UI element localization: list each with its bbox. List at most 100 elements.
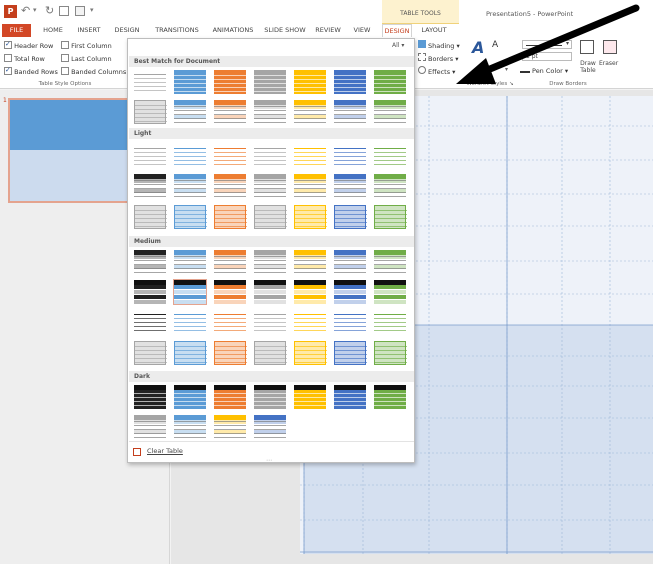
style-medium-2-5[interactable] <box>294 280 326 304</box>
eraser-label[interactable]: Eraser <box>599 60 618 67</box>
style-light-3-3[interactable] <box>214 205 247 229</box>
tab-slide-show[interactable]: SLIDE SHOW <box>261 24 309 37</box>
style-light-1-7[interactable] <box>374 144 406 168</box>
style-dark-1-6[interactable] <box>334 385 366 409</box>
style-dark-2-3[interactable] <box>214 415 246 439</box>
tab-table-design[interactable]: DESIGN <box>382 24 412 37</box>
style-medium-4-7[interactable] <box>374 341 407 365</box>
style-best-b6[interactable] <box>334 100 366 124</box>
style-light-3-7[interactable] <box>374 205 407 229</box>
draw-table-icon[interactable] <box>580 40 594 54</box>
resize-grip-icon[interactable]: ⋯ <box>266 457 272 464</box>
style-light-2-5[interactable] <box>294 174 326 198</box>
style-light-3-6[interactable] <box>334 205 367 229</box>
style-dark-2-2[interactable] <box>174 415 206 439</box>
presenter-icon[interactable] <box>59 6 69 16</box>
header-row-checkbox[interactable]: ✓ <box>4 40 12 49</box>
style-medium-2-6[interactable] <box>334 280 366 304</box>
last-column-option[interactable]: Last Column <box>61 53 112 64</box>
style-medium-2-2[interactable] <box>173 279 207 305</box>
tab-transitions[interactable]: TRANSITIONS <box>149 24 205 37</box>
style-medium-2-1[interactable] <box>134 280 166 304</box>
pen-color-button[interactable]: Pen Color ▾ <box>520 65 568 76</box>
style-dark-1-5[interactable] <box>294 385 326 409</box>
style-medium-3-1[interactable] <box>134 310 166 334</box>
style-light-1-6[interactable] <box>334 144 366 168</box>
style-medium-3-4[interactable] <box>254 310 286 334</box>
total-row-option[interactable]: Total Row <box>4 53 45 64</box>
style-light-3-5[interactable] <box>294 205 327 229</box>
style-light-2-1[interactable] <box>134 174 166 198</box>
shading-button[interactable]: Shading ▾ <box>418 40 460 51</box>
style-best-1[interactable] <box>134 70 166 94</box>
style-medium-3-5[interactable] <box>294 310 326 334</box>
style-medium-2-3[interactable] <box>214 280 246 304</box>
style-medium-1-2[interactable] <box>174 250 206 274</box>
tab-table-layout[interactable]: LAYOUT <box>418 24 450 37</box>
style-medium-4-5[interactable] <box>294 341 327 365</box>
banded-rows-option[interactable]: ✓ Banded Rows <box>4 66 58 77</box>
banded-columns-option[interactable]: Banded Columns <box>61 66 126 77</box>
style-medium-3-2[interactable] <box>174 310 206 334</box>
wordart-dropdown-icon[interactable]: ▾ <box>505 66 508 73</box>
redo-icon[interactable]: ↻ <box>45 4 54 17</box>
style-light-3-2[interactable] <box>174 205 207 229</box>
all-filter[interactable]: All ▾ <box>392 42 404 49</box>
customize-qat-icon[interactable]: ▾ <box>90 6 94 14</box>
text-fill-icon[interactable]: A <box>492 40 498 50</box>
last-column-checkbox[interactable] <box>61 54 69 62</box>
pen-weight-select[interactable]: 1 pt <box>522 52 572 61</box>
banded-columns-checkbox[interactable] <box>61 67 69 75</box>
style-dark-1-1[interactable] <box>134 385 166 409</box>
save-icon[interactable] <box>75 6 85 16</box>
style-light-1-3[interactable] <box>214 144 246 168</box>
style-medium-4-1[interactable] <box>134 341 167 365</box>
style-medium-3-6[interactable] <box>334 310 366 334</box>
undo-icon[interactable]: ↶ <box>21 4 30 17</box>
style-light-1-4[interactable] <box>254 144 286 168</box>
dialog-launcher-icon[interactable]: ↘ <box>509 81 514 87</box>
tab-design-main[interactable]: DESIGN <box>110 24 144 37</box>
style-dark-2-1[interactable] <box>134 415 166 439</box>
style-medium-3-3[interactable] <box>214 310 246 334</box>
style-best-b2[interactable] <box>174 100 206 124</box>
style-light-2-7[interactable] <box>374 174 406 198</box>
effects-button[interactable]: Effects ▾ <box>418 66 455 77</box>
style-medium-1-1[interactable] <box>134 250 166 274</box>
style-light-1-1[interactable] <box>134 144 166 168</box>
header-row-option[interactable]: ✓ Header Row <box>4 40 53 51</box>
style-best-7[interactable] <box>374 70 406 94</box>
style-medium-2-4[interactable] <box>254 280 286 304</box>
style-medium-1-7[interactable] <box>374 250 406 274</box>
style-dark-1-4[interactable] <box>254 385 286 409</box>
style-medium-4-2[interactable] <box>174 341 207 365</box>
tab-insert[interactable]: INSERT <box>72 24 106 37</box>
style-medium-1-4[interactable] <box>254 250 286 274</box>
style-dark-1-7[interactable] <box>374 385 406 409</box>
banded-rows-checkbox[interactable]: ✓ <box>4 66 12 75</box>
style-medium-4-4[interactable] <box>254 341 287 365</box>
style-best-5[interactable] <box>294 70 326 94</box>
style-best-b5[interactable] <box>294 100 326 124</box>
style-dark-1-2[interactable] <box>174 385 206 409</box>
style-medium-3-7[interactable] <box>374 310 406 334</box>
style-light-1-2[interactable] <box>174 144 206 168</box>
style-light-2-2[interactable] <box>174 174 206 198</box>
borders-button[interactable]: Borders ▾ <box>418 53 459 64</box>
first-column-option[interactable]: First Column <box>61 40 112 51</box>
style-light-3-1[interactable] <box>134 205 167 229</box>
eraser-icon[interactable] <box>603 40 617 54</box>
draw-table-label[interactable]: Draw Table <box>576 60 600 74</box>
style-light-1-5[interactable] <box>294 144 326 168</box>
style-medium-2-7[interactable] <box>374 280 406 304</box>
dropdown-arrow-icon[interactable]: ▾ <box>33 6 37 14</box>
style-light-2-6[interactable] <box>334 174 366 198</box>
total-row-checkbox[interactable] <box>4 54 12 62</box>
style-best-4[interactable] <box>254 70 286 94</box>
pen-style-select[interactable]: ▾ <box>522 40 572 49</box>
style-medium-4-6[interactable] <box>334 341 367 365</box>
tab-view[interactable]: VIEW <box>349 24 375 37</box>
style-best-b1[interactable] <box>134 100 167 124</box>
style-medium-1-5[interactable] <box>294 250 326 274</box>
tab-file[interactable]: FILE <box>2 24 31 37</box>
